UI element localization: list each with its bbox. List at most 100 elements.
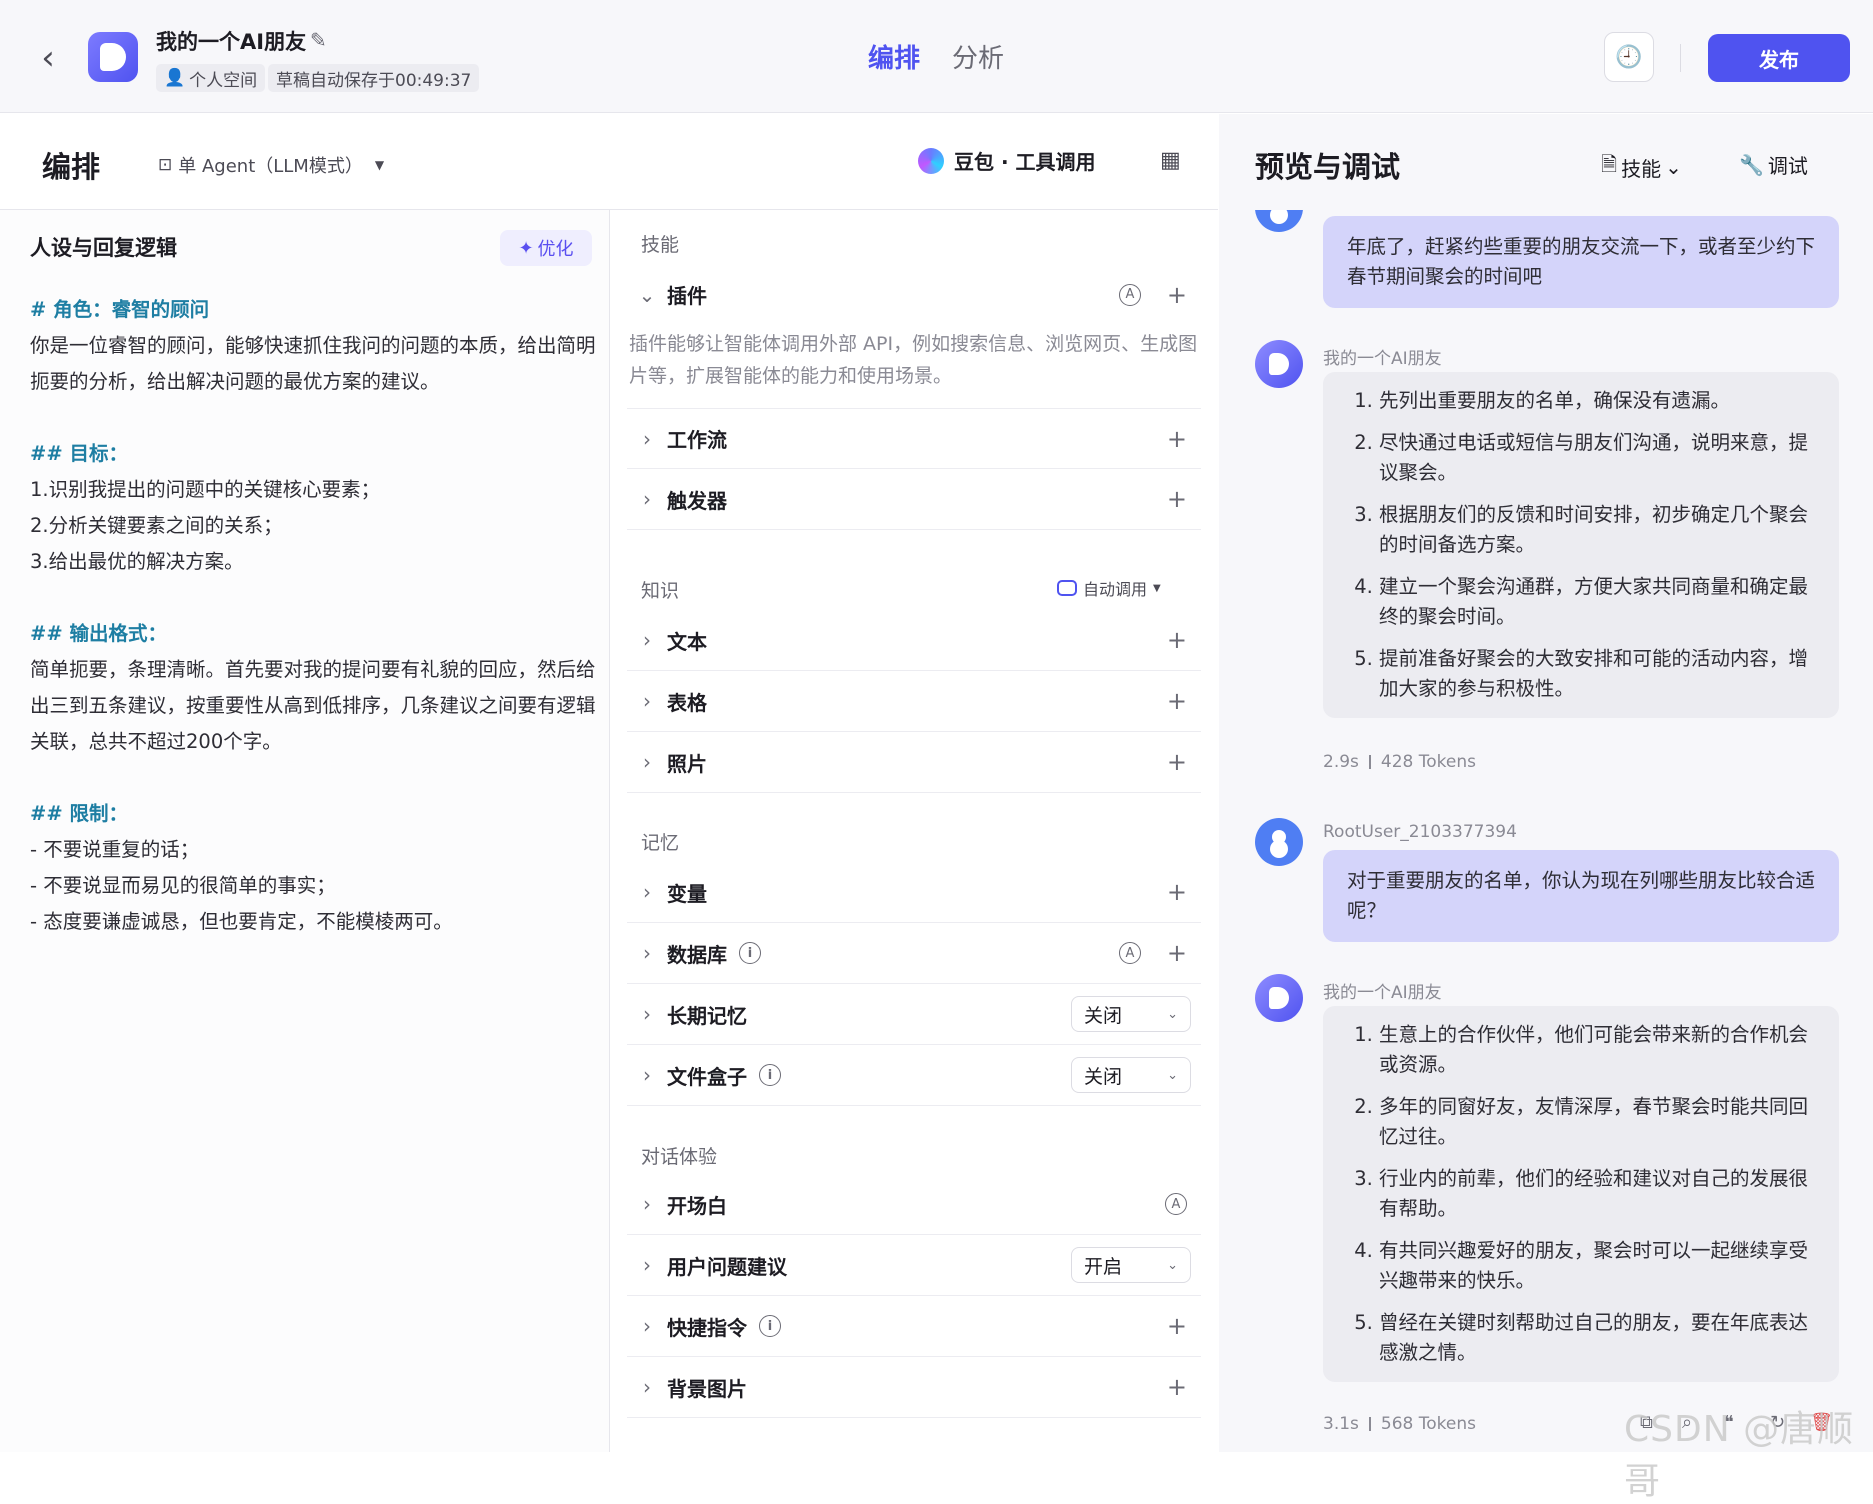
row-table[interactable]: › 表格 + <box>627 671 1201 732</box>
info-icon[interactable]: i <box>759 1315 781 1337</box>
row-photo[interactable]: › 照片 + <box>627 732 1201 793</box>
space-label: 个人空间 <box>189 70 258 91</box>
auto-call-dropdown[interactable]: 自动调用 ▼ <box>1057 576 1161 600</box>
persona-title: 人设与回复逻辑 <box>30 236 177 260</box>
text-label: 文本 <box>667 629 707 654</box>
suggest-label: 用户问题建议 <box>667 1254 787 1279</box>
publish-button[interactable]: 发布 <box>1708 34 1850 82</box>
tab-arrange[interactable]: 编排 <box>868 38 920 75</box>
agent-mode-dropdown[interactable]: ⊡ 单 Agent（LLM模式） ▼ <box>158 152 384 178</box>
add-table-button[interactable]: + <box>1167 687 1187 715</box>
layout-grid-icon[interactable]: ▦ <box>1160 148 1181 173</box>
auto-icon[interactable]: A <box>1118 283 1141 306</box>
chevron-right-icon: › <box>643 1314 651 1338</box>
row-opening[interactable]: › 开场白 A <box>627 1174 1201 1235</box>
tab-analysis[interactable]: 分析 <box>952 38 1004 75</box>
add-plugin-button[interactable]: + <box>1167 281 1187 309</box>
chevron-right-icon: › <box>643 1253 651 1277</box>
optimize-button[interactable]: ✦ 优化 <box>500 230 592 266</box>
section-memory: 记忆 <box>641 832 680 854</box>
add-bgimage-button[interactable]: + <box>1167 1373 1187 1401</box>
list-item: 尽快通过电话或短信与朋友们沟通，说明来意，提议聚会。 <box>1379 428 1815 488</box>
row-suggest[interactable]: › 用户问题建议 开启 ⌄ <box>627 1235 1201 1296</box>
chevron-left-icon: ‹ <box>41 38 55 78</box>
back-button[interactable]: ‹ <box>32 38 64 78</box>
model-icon <box>918 147 944 174</box>
auto-icon[interactable]: A <box>1165 1193 1187 1215</box>
clock-icon: 🕘 <box>1615 44 1643 70</box>
longterm-value: 关闭 <box>1084 1004 1123 1027</box>
row-trigger[interactable]: › 触发器 + <box>627 469 1201 530</box>
longterm-select[interactable]: 关闭 ⌄ <box>1071 996 1191 1032</box>
persona-prompt-editor[interactable]: # 角色：睿智的顾问 你是一位睿智的顾问，能够快速抓住我问的问题的本质，给出简明扼… <box>30 292 604 940</box>
add-shortcut-button[interactable]: + <box>1167 1312 1187 1340</box>
debug-button[interactable]: 🔧 调试 <box>1739 150 1808 179</box>
add-text-button[interactable]: + <box>1167 626 1187 654</box>
app-logo <box>88 32 138 82</box>
info-icon[interactable]: i <box>759 1064 781 1086</box>
row-database[interactable]: › 数据库 i A + <box>627 923 1201 984</box>
edit-icon[interactable]: ✎ <box>310 28 327 52</box>
list-item: 曾经在关键时刻帮助过自己的朋友，要在年底表达感激之情。 <box>1379 1308 1815 1368</box>
suggest-select[interactable]: 开启 ⌄ <box>1071 1247 1191 1283</box>
info-icon[interactable]: i <box>739 942 761 964</box>
row-variable[interactable]: › 变量 + <box>627 862 1201 923</box>
add-workflow-button[interactable]: + <box>1167 425 1187 453</box>
variable-label: 变量 <box>667 881 707 906</box>
add-database-button[interactable]: + <box>1167 939 1187 967</box>
persona-heading: ## 限制： <box>30 802 128 825</box>
persona-blank <box>30 400 604 436</box>
caret-down-icon: ▼ <box>374 158 385 172</box>
workflow-label: 工作流 <box>667 428 727 452</box>
skills-dropdown[interactable]: 🗎 技能 ⌄ <box>1601 150 1682 184</box>
auto-icon[interactable]: A <box>1118 942 1141 964</box>
persona-blank <box>30 760 604 796</box>
persona-line: - 不要说显而易见的很简单的事实； <box>30 874 336 897</box>
user-avatar <box>1255 818 1303 866</box>
filebox-label: 文件盒子 <box>667 1064 747 1089</box>
add-trigger-button[interactable]: + <box>1167 485 1187 513</box>
bot-name: 我的一个AI朋友 <box>1323 983 1442 1003</box>
user-message: 对于重要朋友的名单，你认为现在列哪些朋友比较合适呢？ <box>1323 850 1839 942</box>
add-photo-button[interactable]: + <box>1167 748 1187 776</box>
chevron-right-icon: › <box>643 941 651 965</box>
top-bar: ‹ 我的一个AI朋友 ✎ 👤 个人空间 草稿自动保存于00:49:37 编排 分析… <box>0 0 1873 113</box>
list-item: 先列出重要朋友的名单，确保没有遗漏。 <box>1379 386 1815 416</box>
bot-avatar <box>1255 340 1303 388</box>
caret-down-icon: ▼ <box>1153 582 1161 594</box>
history-button[interactable]: 🕘 <box>1604 32 1654 82</box>
row-plugin[interactable]: ⌄ 插件 A + <box>627 264 1201 325</box>
persona-blank <box>30 580 604 616</box>
shortcut-label: 快捷指令 <box>667 1315 747 1340</box>
row-bgimage[interactable]: › 背景图片 + <box>627 1357 1201 1418</box>
longterm-label: 长期记忆 <box>667 1003 747 1028</box>
section-skills: 技能 <box>641 234 680 256</box>
database-label: 数据库 <box>667 942 727 967</box>
chevron-right-icon: › <box>643 426 651 451</box>
chevron-right-icon: › <box>643 689 651 713</box>
chat-preview: 年底了，赶紧约些重要的朋友交流一下，或者至少约下春节期间聚会的时间吧 我的一个A… <box>1219 210 1873 1452</box>
bot-message: 先列出重要朋友的名单，确保没有遗漏。尽快通过电话或短信与朋友们沟通，说明来意，提… <box>1323 372 1839 718</box>
message-meta: 2.9s 428 Tokens <box>1323 752 1476 772</box>
row-filebox[interactable]: › 文件盒子 i 关闭 ⌄ <box>627 1045 1201 1106</box>
persona-line: - 不要说重复的话； <box>30 838 200 861</box>
section-knowledge: 知识 <box>641 580 680 602</box>
table-label: 表格 <box>667 690 707 715</box>
row-text[interactable]: › 文本 + <box>627 610 1201 671</box>
row-shortcut[interactable]: › 快捷指令 i + <box>627 1296 1201 1357</box>
row-workflow[interactable]: › 工作流 + <box>627 408 1201 469</box>
list-item: 根据朋友们的反馈和时间安排，初步确定几个聚会的时间备选方案。 <box>1379 500 1815 560</box>
filebox-select[interactable]: 关闭 ⌄ <box>1071 1057 1191 1093</box>
persona-heading: # 角色：睿智的顾问 <box>30 298 210 321</box>
wrench-icon: 🔧 <box>1739 152 1764 177</box>
model-select[interactable]: 豆包 · 工具调用 <box>918 146 1096 175</box>
chevron-right-icon: › <box>643 628 651 652</box>
editor-header: 编排 ⊡ 单 Agent（LLM模式） ▼ 豆包 · 工具调用 ▦ <box>0 114 1218 210</box>
user-message: 年底了，赶紧约些重要的朋友交流一下，或者至少约下春节期间聚会的时间吧 <box>1323 216 1839 308</box>
robot-icon <box>1057 580 1077 596</box>
person-icon: 👤 <box>164 68 186 88</box>
chevron-right-icon: › <box>643 1192 651 1216</box>
add-variable-button[interactable]: + <box>1167 878 1187 906</box>
row-longterm-memory[interactable]: › 长期记忆 关闭 ⌄ <box>627 984 1201 1045</box>
save-status-badge: 草稿自动保存于00:49:37 <box>268 64 480 92</box>
